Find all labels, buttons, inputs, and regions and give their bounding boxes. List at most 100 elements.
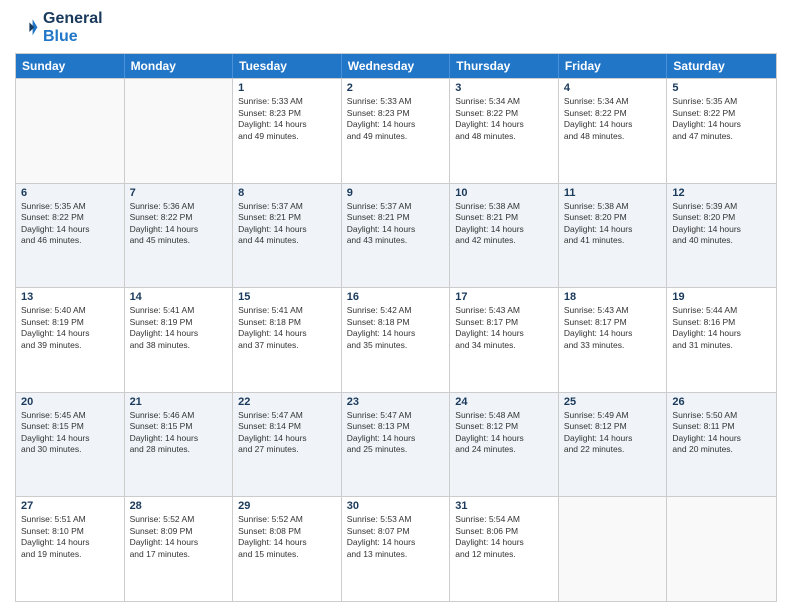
day-number: 28 bbox=[130, 500, 228, 512]
day-info: Sunrise: 5:33 AM Sunset: 8:23 PM Dayligh… bbox=[238, 96, 336, 142]
day-cell-13: 13 Sunrise: 5:40 AM Sunset: 8:19 PM Dayli… bbox=[16, 288, 125, 392]
day-number: 21 bbox=[130, 396, 228, 408]
day-cell-5: 5 Sunrise: 5:35 AM Sunset: 8:22 PM Daylig… bbox=[667, 79, 776, 183]
day-info: Sunrise: 5:51 AM Sunset: 8:10 PM Dayligh… bbox=[21, 514, 119, 560]
day-info: Sunrise: 5:46 AM Sunset: 8:15 PM Dayligh… bbox=[130, 410, 228, 456]
day-cell-29: 29Sunrise: 5:52 AM Sunset: 8:08 PM Dayli… bbox=[233, 497, 342, 601]
col-header-monday: Monday bbox=[125, 54, 234, 78]
col-header-saturday: Saturday bbox=[667, 54, 776, 78]
day-cell-19: 19 Sunrise: 5:44 AM Sunset: 8:16 PM Dayli… bbox=[667, 288, 776, 392]
day-info: Sunrise: 5:43 AM Sunset: 8:17 PM Dayligh… bbox=[564, 305, 662, 351]
day-info: Sunrise: 5:41 AM Sunset: 8:19 PM Dayligh… bbox=[130, 305, 228, 351]
day-cell-4: 4Sunrise: 5:34 AM Sunset: 8:22 PM Daylig… bbox=[559, 79, 668, 183]
day-cell-9: 9Sunrise: 5:37 AM Sunset: 8:21 PM Daylig… bbox=[342, 184, 451, 288]
day-number: 1 bbox=[238, 82, 336, 94]
day-cell-15: 15Sunrise: 5:41 AM Sunset: 8:18 PM Dayli… bbox=[233, 288, 342, 392]
col-header-sunday: Sunday bbox=[16, 54, 125, 78]
day-cell-2: 2 Sunrise: 5:33 AM Sunset: 8:23 PM Daylig… bbox=[342, 79, 451, 183]
day-info: Sunrise: 5:44 AM Sunset: 8:16 PM Dayligh… bbox=[672, 305, 771, 351]
day-cell-11: 11 Sunrise: 5:38 AM Sunset: 8:20 PM Dayli… bbox=[559, 184, 668, 288]
day-number: 13 bbox=[21, 291, 119, 303]
day-info: Sunrise: 5:37 AM Sunset: 8:21 PM Dayligh… bbox=[238, 201, 336, 247]
day-number: 30 bbox=[347, 500, 445, 512]
day-cell-27: 27Sunrise: 5:51 AM Sunset: 8:10 PM Dayli… bbox=[16, 497, 125, 601]
logo-text: General Blue bbox=[43, 10, 103, 45]
day-info: Sunrise: 5:54 AM Sunset: 8:06 PM Dayligh… bbox=[455, 514, 553, 560]
day-cell-20: 20 Sunrise: 5:45 AM Sunset: 8:15 PM Dayli… bbox=[16, 393, 125, 497]
empty-cell bbox=[667, 497, 776, 601]
calendar: SundayMondayTuesdayWednesdayThursdayFrid… bbox=[15, 53, 777, 602]
col-header-tuesday: Tuesday bbox=[233, 54, 342, 78]
empty-cell bbox=[125, 79, 234, 183]
day-cell-30: 30 Sunrise: 5:53 AM Sunset: 8:07 PM Dayli… bbox=[342, 497, 451, 601]
day-cell-6: 6 Sunrise: 5:35 AM Sunset: 8:22 PM Daylig… bbox=[16, 184, 125, 288]
day-info: Sunrise: 5:33 AM Sunset: 8:23 PM Dayligh… bbox=[347, 96, 445, 142]
day-number: 26 bbox=[672, 396, 771, 408]
day-info: Sunrise: 5:53 AM Sunset: 8:07 PM Dayligh… bbox=[347, 514, 445, 560]
page-header: General Blue bbox=[15, 10, 777, 45]
day-number: 10 bbox=[455, 187, 553, 199]
day-number: 18 bbox=[564, 291, 662, 303]
day-number: 6 bbox=[21, 187, 119, 199]
day-cell-31: 31 Sunrise: 5:54 AM Sunset: 8:06 PM Dayli… bbox=[450, 497, 559, 601]
day-number: 20 bbox=[21, 396, 119, 408]
day-number: 2 bbox=[347, 82, 445, 94]
day-info: Sunrise: 5:38 AM Sunset: 8:21 PM Dayligh… bbox=[455, 201, 553, 247]
calendar-row-1: 1 Sunrise: 5:33 AM Sunset: 8:23 PM Daylig… bbox=[16, 78, 776, 183]
day-cell-22: 22Sunrise: 5:47 AM Sunset: 8:14 PM Dayli… bbox=[233, 393, 342, 497]
day-number: 14 bbox=[130, 291, 228, 303]
day-number: 8 bbox=[238, 187, 336, 199]
calendar-row-3: 13 Sunrise: 5:40 AM Sunset: 8:19 PM Dayli… bbox=[16, 287, 776, 392]
logo-icon bbox=[15, 16, 39, 40]
col-header-wednesday: Wednesday bbox=[342, 54, 451, 78]
logo: General Blue bbox=[15, 10, 103, 45]
day-cell-14: 14 Sunrise: 5:41 AM Sunset: 8:19 PM Dayli… bbox=[125, 288, 234, 392]
day-info: Sunrise: 5:50 AM Sunset: 8:11 PM Dayligh… bbox=[672, 410, 771, 456]
empty-cell bbox=[16, 79, 125, 183]
day-info: Sunrise: 5:39 AM Sunset: 8:20 PM Dayligh… bbox=[672, 201, 771, 247]
calendar-header: SundayMondayTuesdayWednesdayThursdayFrid… bbox=[16, 54, 776, 78]
calendar-row-5: 27Sunrise: 5:51 AM Sunset: 8:10 PM Dayli… bbox=[16, 496, 776, 601]
day-number: 16 bbox=[347, 291, 445, 303]
calendar-row-4: 20 Sunrise: 5:45 AM Sunset: 8:15 PM Dayli… bbox=[16, 392, 776, 497]
day-cell-16: 16 Sunrise: 5:42 AM Sunset: 8:18 PM Dayli… bbox=[342, 288, 451, 392]
col-header-thursday: Thursday bbox=[450, 54, 559, 78]
day-number: 19 bbox=[672, 291, 771, 303]
day-cell-28: 28 Sunrise: 5:52 AM Sunset: 8:09 PM Dayli… bbox=[125, 497, 234, 601]
day-info: Sunrise: 5:52 AM Sunset: 8:09 PM Dayligh… bbox=[130, 514, 228, 560]
day-cell-26: 26 Sunrise: 5:50 AM Sunset: 8:11 PM Dayli… bbox=[667, 393, 776, 497]
day-number: 22 bbox=[238, 396, 336, 408]
day-cell-8: 8 Sunrise: 5:37 AM Sunset: 8:21 PM Daylig… bbox=[233, 184, 342, 288]
day-info: Sunrise: 5:42 AM Sunset: 8:18 PM Dayligh… bbox=[347, 305, 445, 351]
day-number: 25 bbox=[564, 396, 662, 408]
day-number: 9 bbox=[347, 187, 445, 199]
day-cell-25: 25 Sunrise: 5:49 AM Sunset: 8:12 PM Dayli… bbox=[559, 393, 668, 497]
day-cell-1: 1 Sunrise: 5:33 AM Sunset: 8:23 PM Daylig… bbox=[233, 79, 342, 183]
day-number: 12 bbox=[672, 187, 771, 199]
day-cell-24: 24Sunrise: 5:48 AM Sunset: 8:12 PM Dayli… bbox=[450, 393, 559, 497]
day-number: 17 bbox=[455, 291, 553, 303]
day-info: Sunrise: 5:36 AM Sunset: 8:22 PM Dayligh… bbox=[130, 201, 228, 247]
day-number: 24 bbox=[455, 396, 553, 408]
day-info: Sunrise: 5:38 AM Sunset: 8:20 PM Dayligh… bbox=[564, 201, 662, 247]
day-number: 29 bbox=[238, 500, 336, 512]
day-cell-3: 3Sunrise: 5:34 AM Sunset: 8:22 PM Daylig… bbox=[450, 79, 559, 183]
day-info: Sunrise: 5:45 AM Sunset: 8:15 PM Dayligh… bbox=[21, 410, 119, 456]
day-info: Sunrise: 5:43 AM Sunset: 8:17 PM Dayligh… bbox=[455, 305, 553, 351]
day-info: Sunrise: 5:35 AM Sunset: 8:22 PM Dayligh… bbox=[672, 96, 771, 142]
calendar-row-2: 6 Sunrise: 5:35 AM Sunset: 8:22 PM Daylig… bbox=[16, 183, 776, 288]
day-number: 31 bbox=[455, 500, 553, 512]
day-number: 7 bbox=[130, 187, 228, 199]
empty-cell bbox=[559, 497, 668, 601]
day-info: Sunrise: 5:49 AM Sunset: 8:12 PM Dayligh… bbox=[564, 410, 662, 456]
calendar-body: 1 Sunrise: 5:33 AM Sunset: 8:23 PM Daylig… bbox=[16, 78, 776, 601]
col-header-friday: Friday bbox=[559, 54, 668, 78]
day-cell-18: 18 Sunrise: 5:43 AM Sunset: 8:17 PM Dayli… bbox=[559, 288, 668, 392]
day-info: Sunrise: 5:34 AM Sunset: 8:22 PM Dayligh… bbox=[455, 96, 553, 142]
day-info: Sunrise: 5:34 AM Sunset: 8:22 PM Dayligh… bbox=[564, 96, 662, 142]
day-info: Sunrise: 5:35 AM Sunset: 8:22 PM Dayligh… bbox=[21, 201, 119, 247]
day-cell-23: 23Sunrise: 5:47 AM Sunset: 8:13 PM Dayli… bbox=[342, 393, 451, 497]
day-number: 5 bbox=[672, 82, 771, 94]
day-info: Sunrise: 5:40 AM Sunset: 8:19 PM Dayligh… bbox=[21, 305, 119, 351]
day-number: 11 bbox=[564, 187, 662, 199]
